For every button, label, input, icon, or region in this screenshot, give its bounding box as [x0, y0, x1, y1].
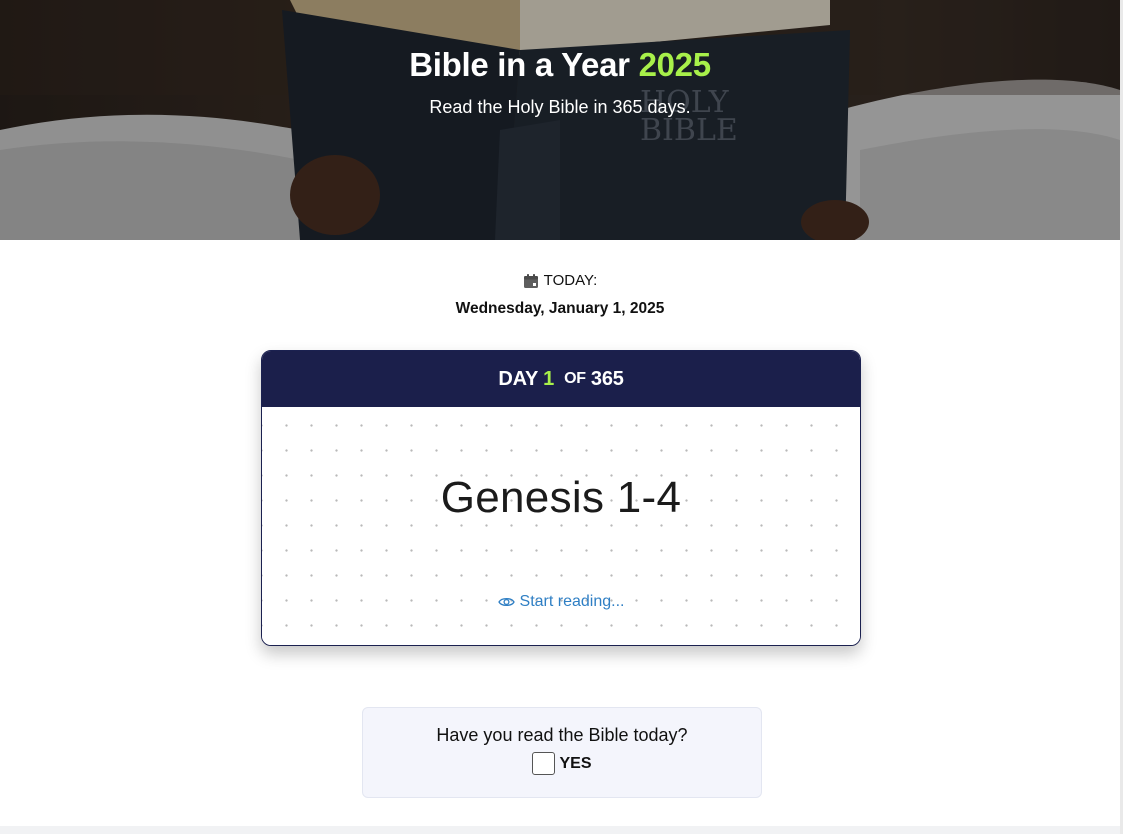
start-reading-link[interactable]: Start reading... — [262, 593, 860, 611]
yes-label: YES — [559, 754, 592, 772]
hero-title: Bible in a Year 2025 — [0, 46, 1120, 84]
reading-passage: Genesis 1-4 — [440, 473, 682, 522]
read-confirmation-box: Have you read the Bible today? YES — [362, 707, 762, 798]
hero-subtitle: Read the Holy Bible in 365 days. — [429, 97, 691, 117]
yes-checkbox[interactable] — [532, 752, 556, 775]
current-day-number: 1 — [543, 367, 555, 390]
hero-title-text: Bible in a Year — [409, 46, 630, 83]
calendar-icon — [523, 273, 538, 288]
reading-card: DAY 1 OF 365 Genesis 1-4 Start reading..… — [261, 350, 861, 646]
hero-title-year: 2025 — [638, 46, 712, 83]
page: HOLY BIBLE Bible in a Year 2025 Read the… — [0, 0, 1123, 834]
today-section: TODAY: Wednesday, January 1, 2025 — [0, 272, 1120, 318]
footer-edge — [0, 826, 1120, 834]
today-date: Wednesday, January 1, 2025 — [455, 299, 665, 317]
day-word: DAY — [498, 367, 539, 390]
yes-checkbox-row[interactable]: YES — [532, 752, 592, 775]
today-label: TODAY: — [543, 272, 598, 289]
hero-overlay — [0, 0, 1120, 240]
hero-banner: HOLY BIBLE Bible in a Year 2025 Read the… — [0, 0, 1120, 240]
read-question: Have you read the Bible today? — [436, 725, 688, 745]
reading-card-body: Genesis 1-4 Start reading... — [262, 407, 860, 645]
start-reading-label: Start reading... — [519, 593, 625, 610]
of-word: OF — [564, 370, 586, 387]
eye-icon — [497, 597, 515, 607]
total-days: 365 — [590, 367, 624, 390]
today-label-row: TODAY: — [523, 272, 598, 289]
reading-card-header: DAY 1 OF 365 — [262, 351, 860, 407]
